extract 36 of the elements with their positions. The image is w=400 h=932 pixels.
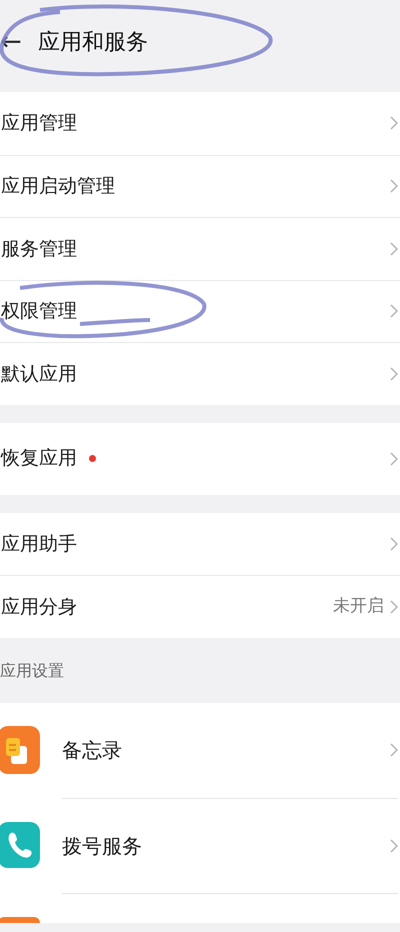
row-label: 应用分身: [0, 594, 77, 620]
app-row[interactable]: [0, 892, 400, 922]
row-label: 默认应用: [0, 362, 77, 386]
chevron-icon: [390, 452, 398, 466]
row-label: 应用启动管理: [0, 174, 115, 199]
row-label: 恢复应用: [0, 446, 77, 472]
row-label: 服务管理: [0, 236, 77, 262]
page-title: 应用和服务: [38, 29, 148, 57]
app-label: 备忘录: [62, 737, 122, 764]
chevron-icon: [390, 536, 398, 551]
chevron-icon: [390, 242, 398, 256]
settings-row[interactable]: 应用分身 未开启: [0, 575, 400, 638]
chevron-icon: [390, 304, 398, 318]
back-button[interactable]: ←: [0, 23, 30, 62]
row-label: 应用管理: [0, 111, 77, 136]
settings-row[interactable]: 权限管理: [0, 280, 400, 342]
settings-row[interactable]: 应用管理: [0, 92, 400, 154]
chevron-icon: [390, 366, 398, 381]
app-row[interactable]: 拨号服务: [0, 798, 400, 892]
row-label: 权限管理: [0, 299, 77, 324]
app-row[interactable]: 备忘录: [0, 702, 400, 798]
chevron-icon: [390, 838, 398, 852]
chevron-icon: [390, 743, 398, 757]
settings-row[interactable]: 恢复应用: [0, 422, 400, 494]
chevron-icon: [390, 600, 398, 614]
settings-row[interactable]: 服务管理: [0, 217, 400, 280]
row-label: 应用助手: [0, 532, 77, 556]
settings-row[interactable]: 默认应用: [0, 342, 400, 404]
app-label: 拨号服务: [62, 832, 142, 860]
chevron-icon: [390, 179, 398, 194]
row-value: 未开启: [333, 595, 384, 618]
settings-row[interactable]: 应用助手: [0, 512, 400, 575]
chevron-icon: [390, 116, 398, 130]
section-title: 应用设置: [0, 660, 64, 682]
app-icon: [0, 916, 40, 922]
settings-row[interactable]: 应用启动管理: [0, 154, 400, 217]
